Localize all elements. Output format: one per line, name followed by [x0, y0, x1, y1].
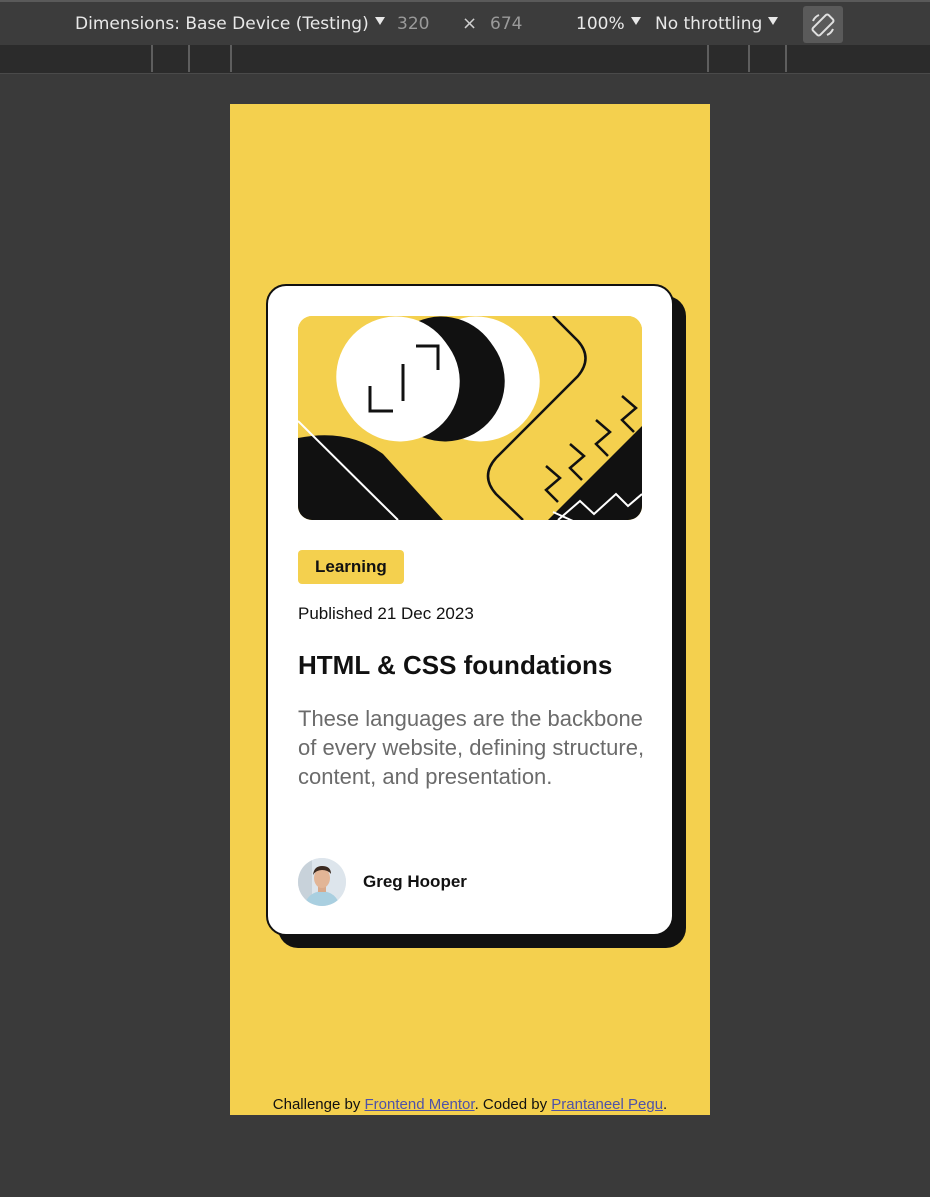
rotate-icon	[811, 13, 835, 36]
throttling-label: No throttling	[655, 13, 763, 34]
avatar-image	[298, 858, 346, 906]
chevron-down-icon	[374, 16, 385, 25]
device-ruler	[0, 45, 930, 74]
height-input[interactable]: 674	[490, 2, 522, 45]
ruler-mark	[230, 45, 232, 72]
ruler-mark	[707, 45, 709, 72]
avatar	[298, 858, 346, 906]
attribution-footer: Challenge by Frontend Mentor. Coded by P…	[230, 1096, 710, 1113]
footer-middle: . Coded by	[474, 1096, 552, 1113]
author: Greg Hooper	[298, 858, 467, 906]
frontend-mentor-link[interactable]: Frontend Mentor	[365, 1096, 475, 1113]
card-description: These languages are the backbone of ever…	[298, 706, 645, 789]
category-tag: Learning	[298, 550, 404, 584]
card-title[interactable]: HTML & CSS foundations	[298, 650, 612, 681]
ruler-mark	[151, 45, 153, 72]
rotate-button[interactable]	[803, 6, 843, 43]
ruler-mark	[748, 45, 750, 72]
card-illustration	[298, 316, 642, 520]
ruler-mark	[785, 45, 787, 72]
author-link[interactable]: Prantaneel Pegu	[551, 1096, 663, 1113]
throttling-dropdown[interactable]: No throttling	[655, 2, 779, 45]
zoom-dropdown[interactable]: 100%	[576, 2, 641, 45]
footer-suffix: .	[663, 1096, 668, 1113]
footer-prefix: Challenge by	[272, 1096, 365, 1113]
dimensions-label: Dimensions: Base Device (Testing)	[75, 13, 369, 34]
ruler-mark	[188, 45, 190, 72]
published-date: Published 21 Dec 2023	[298, 604, 474, 623]
dimensions-dropdown[interactable]: Dimensions: Base Device (Testing)	[75, 2, 385, 45]
chevron-down-icon	[768, 16, 779, 25]
device-viewport: Learning Published 21 Dec 2023 HTML & CS…	[230, 104, 710, 1115]
chevron-down-icon	[630, 16, 641, 25]
zoom-label: 100%	[576, 13, 625, 34]
devtools-toolbar: Dimensions: Base Device (Testing) 320 × …	[0, 0, 930, 45]
times-icon: ×	[462, 13, 478, 34]
illustration-graphic	[298, 316, 642, 520]
author-name: Greg Hooper	[363, 872, 467, 891]
width-input[interactable]: 320	[397, 2, 429, 45]
blog-card: Learning Published 21 Dec 2023 HTML & CS…	[266, 284, 674, 936]
